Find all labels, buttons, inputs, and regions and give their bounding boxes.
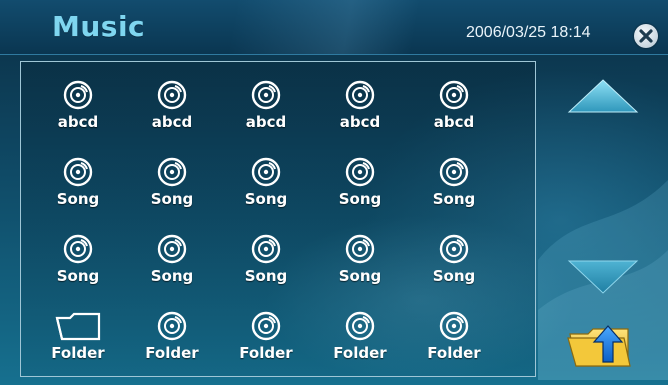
grid-item[interactable]: Folder bbox=[313, 301, 407, 378]
disc-icon bbox=[251, 80, 281, 110]
grid-item-label: Song bbox=[56, 267, 100, 285]
grid-item[interactable]: Folder bbox=[219, 301, 313, 378]
grid-item[interactable]: Song bbox=[313, 147, 407, 224]
disc-icon bbox=[157, 80, 187, 110]
disc-icon bbox=[157, 234, 187, 264]
disc-icon bbox=[157, 157, 187, 187]
grid-item-label: Song bbox=[56, 190, 100, 208]
parent-folder-button[interactable] bbox=[566, 322, 636, 370]
disc-icon bbox=[251, 234, 281, 264]
grid-item[interactable]: abcd bbox=[407, 70, 501, 147]
title-bar: Music 2006/03/25 18:14 bbox=[0, 0, 668, 55]
close-icon bbox=[639, 29, 653, 43]
grid-item-label: abcd bbox=[245, 113, 287, 131]
folder-icon bbox=[55, 312, 101, 341]
grid-item[interactable]: Song bbox=[407, 224, 501, 301]
grid-item-label: Folder bbox=[239, 344, 293, 362]
disc-icon bbox=[63, 234, 93, 264]
disc-icon bbox=[251, 157, 281, 187]
grid-item[interactable]: Song bbox=[31, 224, 125, 301]
disc-icon bbox=[345, 311, 375, 341]
grid-item-label: Song bbox=[150, 190, 194, 208]
grid-item[interactable]: abcd bbox=[125, 70, 219, 147]
grid-item-label: Song bbox=[150, 267, 194, 285]
close-button[interactable] bbox=[634, 24, 658, 48]
grid-item-label: Folder bbox=[51, 344, 105, 362]
grid-item[interactable]: Folder bbox=[125, 301, 219, 378]
grid-item[interactable]: Song bbox=[313, 224, 407, 301]
page-title: Music bbox=[52, 10, 146, 43]
grid-item-label: abcd bbox=[57, 113, 99, 131]
folder-up-icon bbox=[567, 325, 631, 367]
grid-item-label: Song bbox=[338, 267, 382, 285]
arrow-up-icon bbox=[567, 79, 639, 113]
grid-item-label: Folder bbox=[145, 344, 199, 362]
grid-item-label: Song bbox=[432, 190, 476, 208]
grid-item-label: Song bbox=[338, 190, 382, 208]
disc-icon bbox=[439, 234, 469, 264]
disc-icon bbox=[439, 311, 469, 341]
disc-icon bbox=[439, 157, 469, 187]
scroll-down-button[interactable] bbox=[567, 259, 639, 295]
date-time-display: 2006/03/25 18:14 bbox=[466, 24, 591, 41]
grid-item-label: Folder bbox=[427, 344, 481, 362]
disc-icon bbox=[345, 157, 375, 187]
grid-item[interactable]: Folder bbox=[31, 301, 125, 378]
grid-item[interactable]: Song bbox=[407, 147, 501, 224]
disc-icon bbox=[63, 80, 93, 110]
grid-item[interactable]: Song bbox=[219, 224, 313, 301]
grid-item[interactable]: abcd bbox=[313, 70, 407, 147]
grid-item[interactable]: abcd bbox=[31, 70, 125, 147]
file-grid: abcd abcd abcd abcd abcd Song Song Song Song Song… bbox=[31, 70, 501, 378]
disc-icon bbox=[251, 311, 281, 341]
scroll-up-button[interactable] bbox=[567, 78, 639, 114]
disc-icon bbox=[439, 80, 469, 110]
grid-item[interactable]: Folder bbox=[407, 301, 501, 378]
disc-icon bbox=[63, 157, 93, 187]
grid-item-label: Song bbox=[244, 267, 288, 285]
grid-item[interactable]: Song bbox=[31, 147, 125, 224]
grid-item-label: Song bbox=[244, 190, 288, 208]
disc-icon bbox=[345, 80, 375, 110]
grid-item[interactable]: abcd bbox=[219, 70, 313, 147]
grid-item[interactable]: Song bbox=[125, 147, 219, 224]
disc-icon bbox=[157, 311, 187, 341]
grid-item-label: abcd bbox=[151, 113, 193, 131]
arrow-down-icon bbox=[567, 260, 639, 294]
grid-item[interactable]: Song bbox=[219, 147, 313, 224]
grid-item-label: Song bbox=[432, 267, 476, 285]
file-grid-panel: abcd abcd abcd abcd abcd Song Song Song Song Song… bbox=[20, 61, 536, 377]
grid-item-label: Folder bbox=[333, 344, 387, 362]
grid-item-label: abcd bbox=[339, 113, 381, 131]
grid-item-label: abcd bbox=[433, 113, 475, 131]
grid-item[interactable]: Song bbox=[125, 224, 219, 301]
disc-icon bbox=[345, 234, 375, 264]
